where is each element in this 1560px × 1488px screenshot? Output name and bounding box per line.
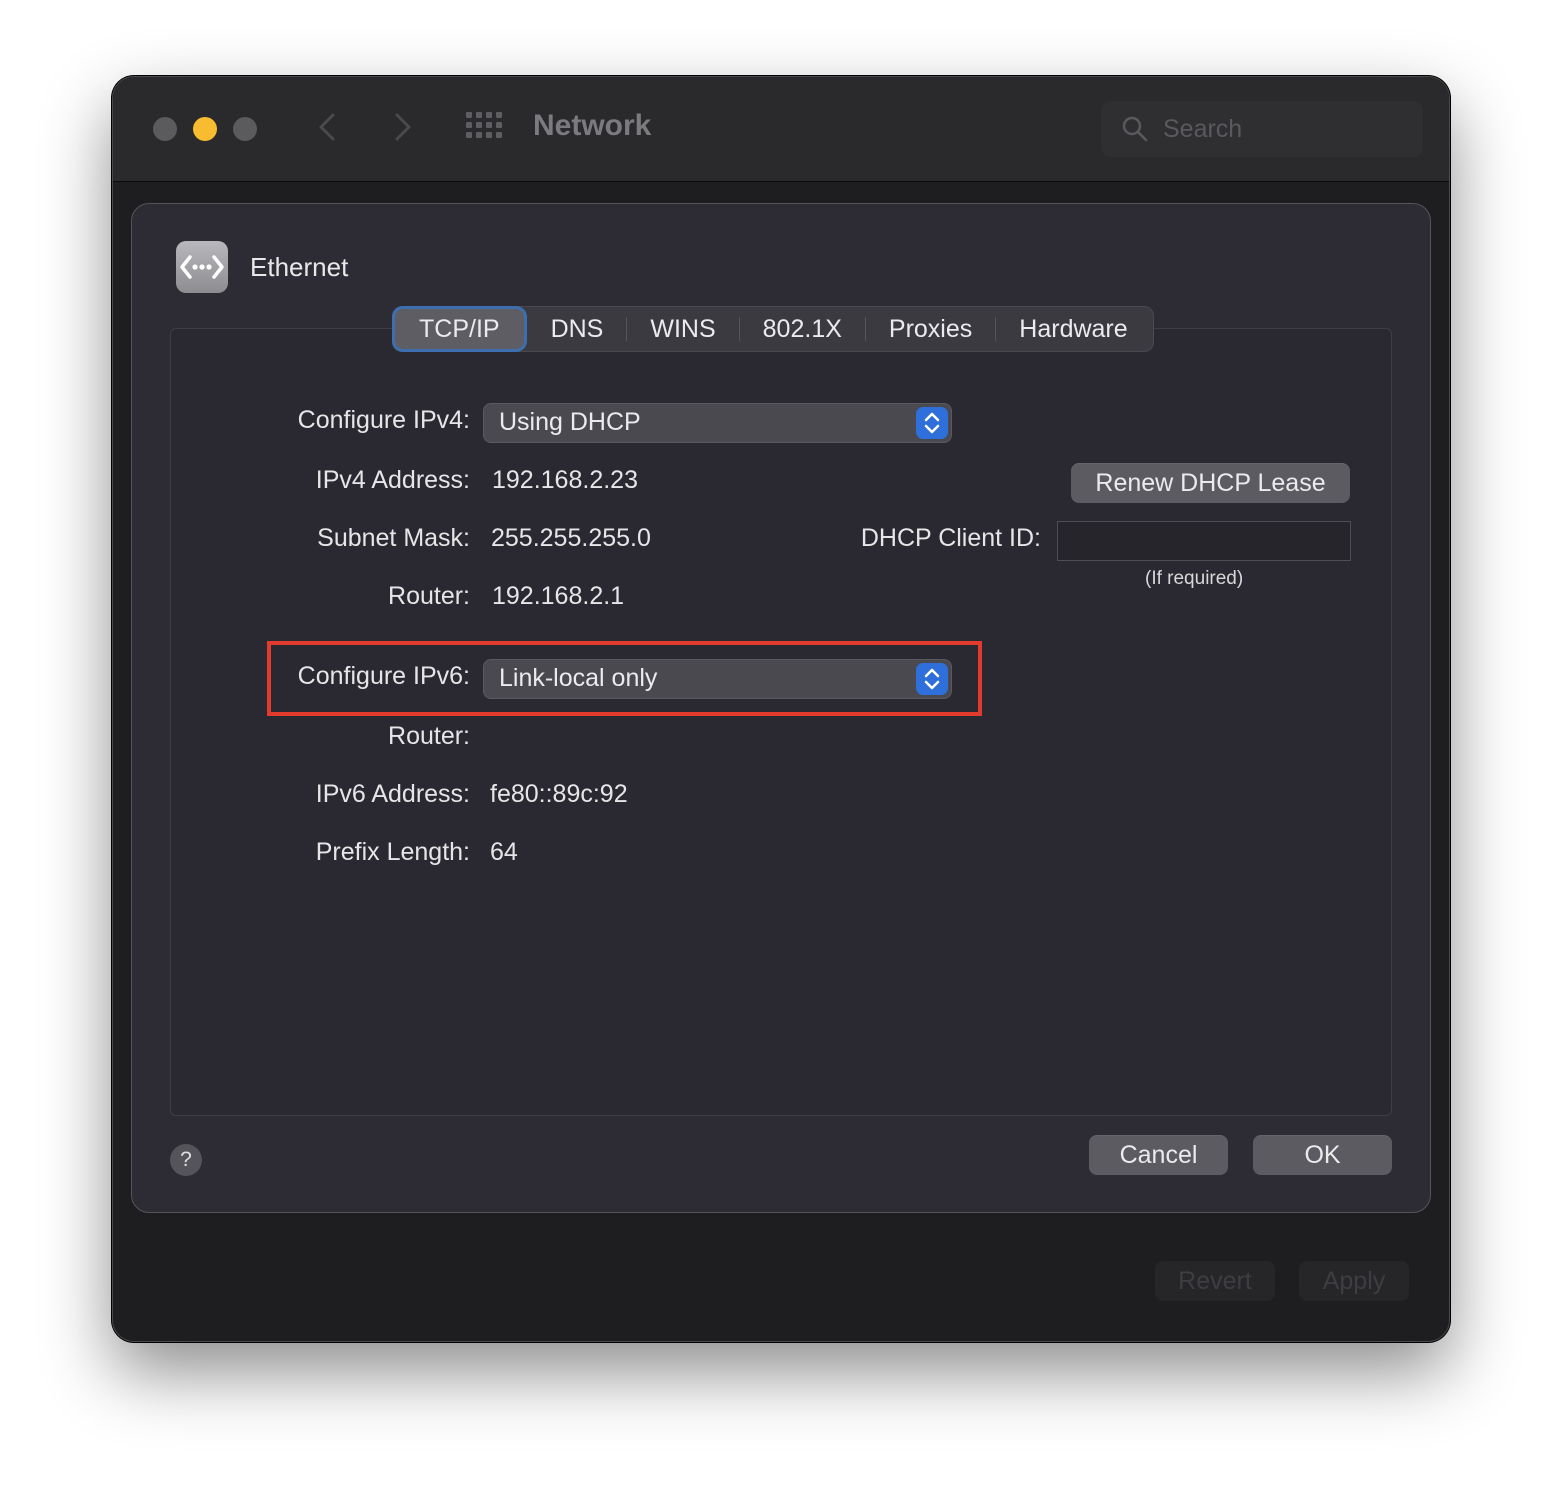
ipv6-router-label: Router: [388,722,470,750]
configure-ipv4-value: Using DHCP [499,408,641,436]
revert-button[interactable]: Revert [1155,1261,1275,1301]
tab-hardware[interactable]: Hardware [996,309,1150,349]
ipv6-address-label: IPv6 Address: [315,780,470,808]
tab-tcpip[interactable]: TCP/IP [395,309,524,349]
interface-name: Ethernet [250,252,349,282]
ipv4-address-value: 192.168.2.23 [492,466,638,494]
ipv6-address-value: fe80::89c:92 [490,780,628,808]
prefix-length-label: Prefix Length: [315,838,470,866]
popup-chevrons-icon [916,407,948,439]
tab-panel [170,328,1392,1116]
configure-ipv6-popup[interactable]: Link-local only [483,659,952,699]
tab-bar: TCP/IP DNS WINS 802.1X Proxies Hardware [392,306,1154,352]
renew-dhcp-lease-button[interactable]: Renew DHCP Lease [1071,463,1350,503]
ipv4-router-value: 192.168.2.1 [492,582,625,610]
cancel-button[interactable]: Cancel [1089,1135,1228,1175]
tab-proxies[interactable]: Proxies [866,309,995,349]
subnet-mask-label: Subnet Mask: [317,524,470,552]
title-bar: Network Search [113,77,1449,182]
popup-chevrons-icon [916,663,948,695]
configure-ipv4-label: Configure IPv4: [297,406,470,434]
dhcp-client-id-hint: (If required) [1145,568,1244,589]
advanced-settings-sheet: Ethernet TCP/IP DNS WINS 802.1X Proxies … [131,203,1431,1213]
ipv4-address-label: IPv4 Address: [315,466,470,494]
forward-arrow-icon[interactable] [387,107,417,147]
search-field[interactable]: Search [1101,101,1423,157]
dhcp-client-id-input[interactable] [1057,521,1351,561]
minimize-window-button[interactable] [193,117,217,141]
show-all-grid-icon[interactable] [466,112,502,142]
search-icon [1122,116,1148,142]
configure-ipv4-popup[interactable]: Using DHCP [483,403,952,443]
help-button[interactable]: ? [170,1144,202,1176]
subnet-mask-value: 255.255.255.0 [491,524,651,552]
ok-button[interactable]: OK [1253,1135,1392,1175]
tab-wins[interactable]: WINS [627,309,738,349]
search-placeholder: Search [1163,115,1243,143]
ipv4-router-label: Router: [388,582,470,610]
ethernet-icon [176,241,228,293]
network-preferences-window: Network Search Ethernet TCP/IP DNS WINS … [112,76,1450,1342]
back-arrow-icon[interactable] [313,107,343,147]
prefix-length-value: 64 [490,838,518,866]
tab-8021x[interactable]: 802.1X [740,309,865,349]
configure-ipv6-label: Configure IPv6: [297,662,470,690]
dhcp-client-id-label: DHCP Client ID: [860,524,1041,552]
apply-button[interactable]: Apply [1299,1261,1409,1301]
close-window-button[interactable] [153,117,177,141]
zoom-window-button[interactable] [233,117,257,141]
tab-dns[interactable]: DNS [528,309,627,349]
configure-ipv6-value: Link-local only [499,664,658,692]
window-title: Network [533,109,652,142]
